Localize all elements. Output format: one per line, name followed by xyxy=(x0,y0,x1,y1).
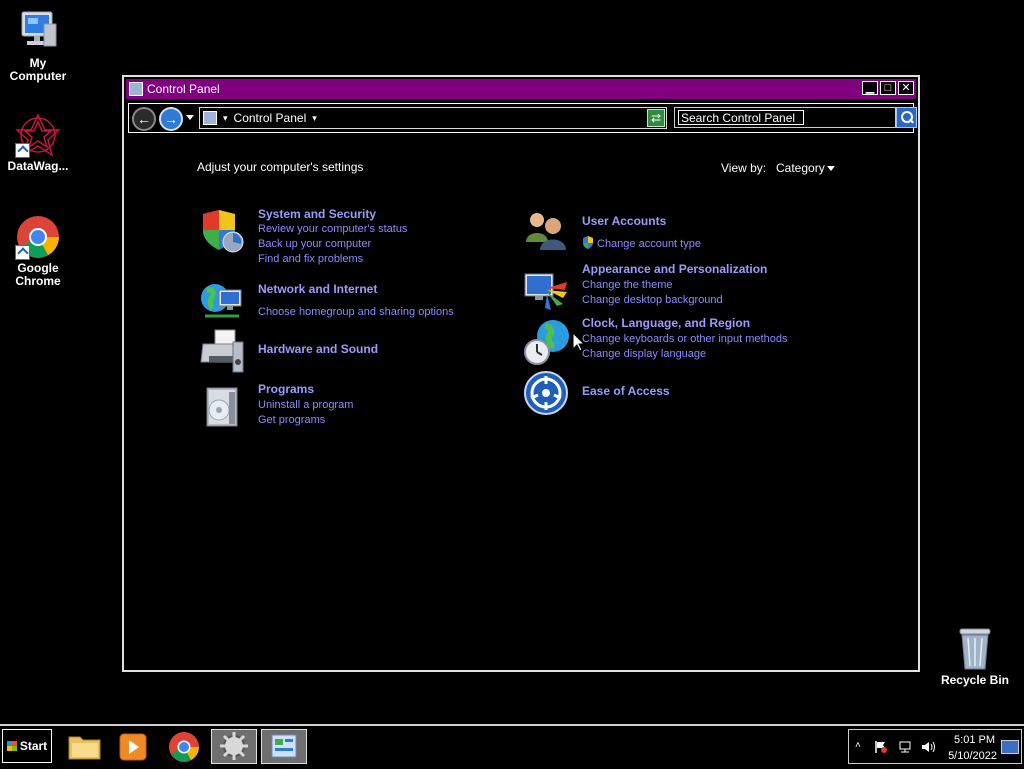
view-by-dropdown[interactable]: Category xyxy=(776,161,825,175)
taskbar-explorer[interactable] xyxy=(62,729,108,764)
ease-of-access-icon[interactable] xyxy=(523,370,569,416)
link-get-programs[interactable]: Get programs xyxy=(258,414,325,426)
control-panel-content: Adjust your computer's settings View by:… xyxy=(126,135,916,668)
view-by-label: View by: xyxy=(721,161,767,175)
control-panel-icon xyxy=(203,111,217,125)
chevron-down-icon[interactable] xyxy=(827,166,835,171)
link-review-status[interactable]: Review your computer's status xyxy=(258,223,407,235)
datawag-icon xyxy=(15,112,61,158)
desktop-icon-my-computer[interactable]: My Computer xyxy=(0,10,76,83)
action-center-flag-icon[interactable] xyxy=(874,740,888,757)
category-clock-language-and-region[interactable]: Clock, Language, and Region xyxy=(582,316,750,330)
volume-icon[interactable] xyxy=(921,740,937,757)
media-player-icon xyxy=(119,733,147,761)
users-icon[interactable] xyxy=(523,208,569,254)
recent-pages-dropdown[interactable] xyxy=(186,115,194,120)
start-button[interactable]: Start xyxy=(2,729,52,763)
gear-icon xyxy=(220,732,248,760)
category-network-and-internet[interactable]: Network and Internet xyxy=(258,282,377,296)
link-change-display-language[interactable]: Change display language xyxy=(582,348,706,360)
control-panel-icon xyxy=(129,82,143,96)
desktop-icon-datawag[interactable]: DataWag... xyxy=(0,112,76,173)
show-desktop-button[interactable] xyxy=(1001,740,1019,754)
link-find-fix[interactable]: Find and fix problems xyxy=(258,253,363,265)
window-title: Control Panel xyxy=(147,82,220,96)
clock-time[interactable]: 5:01 PM xyxy=(954,734,995,746)
monitor-palette-icon[interactable] xyxy=(523,268,569,314)
category-user-accounts[interactable]: User Accounts xyxy=(582,214,666,228)
show-hidden-icons-icon[interactable]: ˄ xyxy=(855,740,861,751)
back-arrow-icon: ← xyxy=(137,111,151,127)
link-back-up[interactable]: Back up your computer xyxy=(258,238,371,250)
search-box[interactable] xyxy=(674,107,896,128)
chrome-icon xyxy=(169,732,199,762)
refresh-button[interactable]: ⇄ xyxy=(647,109,665,127)
desktop-icon-label: Google Chrome xyxy=(15,261,61,288)
category-appearance-and-personalization[interactable]: Appearance and Personalization xyxy=(582,262,767,276)
control-panel-window: Control Panel ▁ □ ✕ ← → ▾ Control Panel … xyxy=(122,75,920,672)
desktop-icon-google-chrome[interactable]: Google Chrome xyxy=(0,214,76,288)
link-change-theme[interactable]: Change the theme xyxy=(582,279,673,291)
windows-logo-icon xyxy=(6,741,17,751)
maximize-button[interactable]: □ xyxy=(880,81,896,95)
category-system-and-security[interactable]: System and Security xyxy=(258,207,376,221)
uac-shield-icon xyxy=(582,236,594,249)
link-homegroup[interactable]: Choose homegroup and sharing options xyxy=(258,306,454,318)
address-bar[interactable]: ▾ Control Panel ▾ xyxy=(199,107,667,129)
printer-icon[interactable] xyxy=(199,328,245,374)
desktop-icon-label: Recycle Bin xyxy=(940,673,1010,687)
shield-icon[interactable] xyxy=(199,208,245,254)
chrome-icon xyxy=(15,214,61,260)
desktop-icon-label: DataWag... xyxy=(7,159,69,173)
network-icon[interactable] xyxy=(898,740,912,757)
start-label: Start xyxy=(19,739,48,753)
system-tray: ˄ 5:01 PM 5/10/2022 xyxy=(848,729,1022,764)
programs-icon[interactable] xyxy=(199,384,245,430)
taskbar-control-panel[interactable] xyxy=(261,729,307,764)
shortcut-arrow-icon xyxy=(15,143,30,158)
taskbar-media-player[interactable] xyxy=(110,729,156,764)
taskbar: Start ˄ 5:01 PM 5/10/2022 xyxy=(0,724,1024,768)
desktop-icon-label: My Computer xyxy=(9,56,67,83)
recycle-bin-icon xyxy=(955,626,995,672)
category-ease-of-access[interactable]: Ease of Access xyxy=(582,384,670,398)
forward-arrow-icon: → xyxy=(164,111,178,127)
link-change-account-type[interactable]: Change account type xyxy=(597,238,701,250)
folder-icon xyxy=(68,736,101,760)
desktop-icon-recycle-bin[interactable]: Recycle Bin xyxy=(937,626,1013,687)
page-heading: Adjust your computer's settings xyxy=(197,160,364,174)
taskbar-settings-app[interactable] xyxy=(211,729,257,764)
navigation-bar: ← → ▾ Control Panel ▾ ⇄ xyxy=(128,103,917,133)
forward-button[interactable]: → xyxy=(159,107,183,131)
title-bar[interactable]: Control Panel ▁ □ ✕ xyxy=(126,79,916,99)
shortcut-arrow-icon xyxy=(15,245,30,260)
close-button[interactable]: ✕ xyxy=(898,81,914,95)
link-change-keyboards[interactable]: Change keyboards or other input methods xyxy=(582,333,787,345)
breadcrumb-chevron-icon[interactable]: ▾ xyxy=(312,113,317,124)
computer-icon xyxy=(0,10,76,55)
taskbar-chrome[interactable] xyxy=(161,729,207,764)
clock-globe-icon[interactable] xyxy=(523,318,569,365)
breadcrumb-chevron-icon[interactable]: ▾ xyxy=(223,113,228,124)
search-icon[interactable] xyxy=(896,107,917,128)
control-panel-icon xyxy=(271,734,297,758)
globe-network-icon[interactable] xyxy=(199,278,245,324)
category-hardware-and-sound[interactable]: Hardware and Sound xyxy=(258,342,378,356)
back-button[interactable]: ← xyxy=(132,107,156,131)
link-change-background[interactable]: Change desktop background xyxy=(582,294,723,306)
mouse-cursor-icon xyxy=(572,331,586,357)
breadcrumb-control-panel[interactable]: Control Panel xyxy=(234,111,307,125)
category-programs[interactable]: Programs xyxy=(258,382,314,396)
link-uninstall[interactable]: Uninstall a program xyxy=(258,399,353,411)
search-input[interactable] xyxy=(678,110,804,125)
minimize-button[interactable]: ▁ xyxy=(862,81,878,95)
clock-date[interactable]: 5/10/2022 xyxy=(948,750,997,762)
